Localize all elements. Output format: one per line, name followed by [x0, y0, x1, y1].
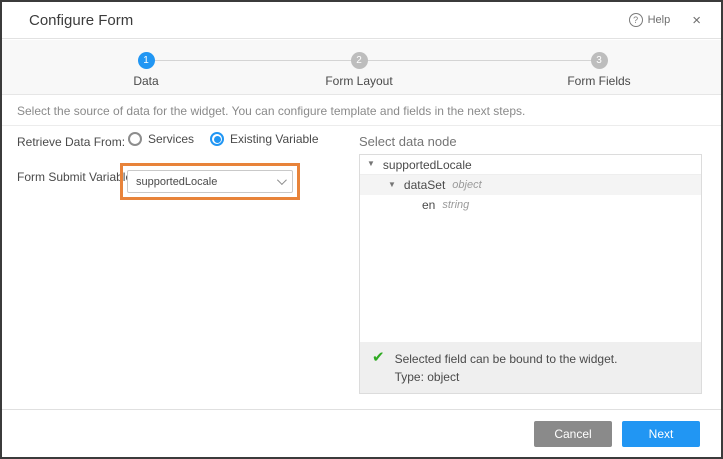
- caret-down-icon[interactable]: ▼: [367, 159, 375, 168]
- chevron-down-icon: [277, 175, 287, 185]
- radio-services-icon: [128, 132, 142, 146]
- tree-node-dataset[interactable]: ▼ dataSet object: [360, 175, 701, 195]
- dialog-footer: Cancel Next: [2, 409, 721, 457]
- help-label: Help: [648, 14, 671, 26]
- check-icon: ✔: [372, 350, 385, 393]
- tree-node-label: en: [422, 198, 435, 212]
- help-button[interactable]: ? Help: [629, 13, 671, 27]
- tree-node-supportedlocale[interactable]: ▼ supportedLocale: [360, 155, 701, 175]
- highlight-annotation-box: supportedLocale: [120, 163, 300, 200]
- tree-node-label: dataSet: [404, 178, 445, 192]
- validation-message: Selected field can be bound to the widge…: [395, 350, 618, 368]
- select-data-node-title: Select data node: [359, 134, 457, 149]
- step-1-circle: 1: [138, 52, 155, 69]
- cancel-button[interactable]: Cancel: [534, 421, 612, 447]
- step-form-layout[interactable]: 2 Form Layout: [299, 52, 419, 88]
- tree-node-en[interactable]: en string: [360, 195, 701, 215]
- form-submit-variable-value: supportedLocale: [136, 176, 277, 188]
- step-3-circle: 3: [591, 52, 608, 69]
- step-2-label: Form Layout: [299, 74, 419, 88]
- wizard-stepper: 1 Data 2 Form Layout 3 Form Fields: [2, 40, 721, 95]
- radio-services[interactable]: Services: [128, 132, 194, 146]
- validation-text: Selected field can be bound to the widge…: [395, 350, 618, 393]
- radio-existing-variable[interactable]: Existing Variable: [210, 132, 319, 146]
- next-button[interactable]: Next: [622, 421, 700, 447]
- configure-form-dialog: Configure Form ? Help × 1 Data 2 Form La…: [0, 0, 723, 459]
- validation-type: Type: object: [395, 368, 618, 386]
- step-data[interactable]: 1 Data: [86, 52, 206, 88]
- step-form-fields[interactable]: 3 Form Fields: [539, 52, 659, 88]
- form-submit-variable-select[interactable]: supportedLocale: [127, 170, 293, 193]
- tree-node-type: string: [442, 199, 469, 211]
- form-submit-variable-label: Form Submit Variable:: [17, 170, 135, 184]
- step-3-label: Form Fields: [539, 74, 659, 88]
- dialog-title: Configure Form: [29, 12, 133, 29]
- validation-message-box: ✔ Selected field can be bound to the wid…: [360, 342, 701, 393]
- radio-services-label: Services: [148, 132, 194, 146]
- tree-empty-space: [360, 215, 701, 342]
- tree-node-type: object: [452, 179, 481, 191]
- dialog-header: Configure Form ? Help ×: [2, 2, 721, 39]
- tree-node-label: supportedLocale: [383, 158, 472, 172]
- dialog-description: Select the source of data for the widget…: [2, 96, 721, 126]
- radio-existing-variable-icon: [210, 132, 224, 146]
- caret-down-icon[interactable]: ▼: [388, 180, 396, 189]
- header-actions: ? Help ×: [629, 13, 701, 28]
- step-1-label: Data: [86, 74, 206, 88]
- step-2-circle: 2: [351, 52, 368, 69]
- retrieve-data-from-label: Retrieve Data From:: [17, 135, 125, 149]
- radio-existing-variable-label: Existing Variable: [230, 132, 319, 146]
- data-node-tree: ▼ supportedLocale ▼ dataSet object en st…: [359, 154, 702, 394]
- close-icon[interactable]: ×: [692, 13, 701, 28]
- retrieve-data-radio-group: Services Existing Variable: [128, 132, 319, 146]
- help-icon: ?: [629, 13, 643, 27]
